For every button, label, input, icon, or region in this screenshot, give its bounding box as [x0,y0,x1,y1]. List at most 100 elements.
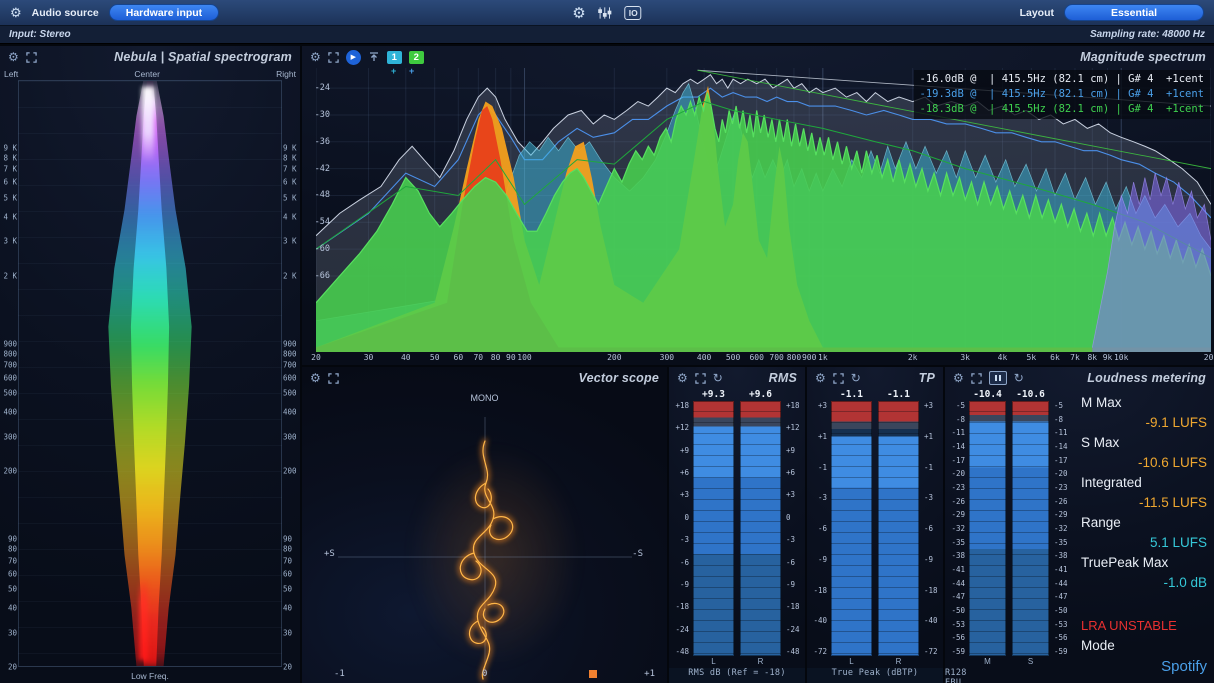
mode-label: Mode [1081,636,1207,656]
correlation-marker [589,670,597,678]
tp-left-channel: -1.1 L [828,389,875,668]
scope-body: MONO +S -S -1 0 +1 [302,389,667,683]
rms-level-meter-right [740,401,781,656]
essential-layout-button[interactable]: Essential [1064,4,1204,21]
curve-2-button[interactable]: 2 [409,51,424,64]
stat-label: TruePeak Max [1081,553,1207,573]
loudness-reset-icon[interactable]: ↻ [1014,372,1024,384]
loudness-peak-m: -10.4 [969,389,1006,401]
loudness-panel: ⚙ ↻ Loudness metering -5-8-11-14-17-20-2… [945,367,1214,683]
rms-level-meter-left [693,401,734,656]
tp-header: ⚙ ↻ TP [807,367,943,389]
play-pause-button[interactable]: ▶ [346,50,361,65]
tp-meter-zone: +3+1-1-3-6-9-18-40-72 -1.1 L -1.1 R +3+1… [807,367,943,683]
nebula-center-label: Center [134,69,160,79]
loudness-title: Loudness metering [1031,371,1206,385]
input-info: Input: Stereo [9,29,71,40]
mode-value[interactable]: Spotify [1081,656,1207,677]
stat-value: -1.0 dB [1081,573,1207,593]
stats-spacer [1081,593,1207,616]
scope-header: ⚙ Vector scope [302,367,667,389]
scope-tick-zero: 0 [482,669,487,679]
spectrum-settings-icon[interactable]: ⚙ [310,51,321,63]
stat-value: -11.5 LUFS [1081,493,1207,513]
nebula-right-label: Right [276,69,296,79]
tp-peak-right: -1.1 [878,389,919,401]
sliders-icon[interactable] [598,7,613,19]
db-axis: -24-30-36-42-48-54-60-66 [308,68,330,352]
spectrogram-red-streak [139,578,148,660]
cursor-readouts: -16.0dB @ | 415.5Hz (82.1 cm) | G# 4 +1c… [914,70,1210,119]
rms-fullscreen-icon[interactable] [695,373,706,384]
true-peak-panel: ⚙ ↻ TP +3+1-1-3-6-9-18-40-72 -1.1 L -1.1… [807,367,943,683]
rms-title: RMS [730,371,797,385]
stat-label: S Max [1081,433,1207,453]
nebula-left-label: Left [4,69,18,79]
loudness-pause-button[interactable] [989,371,1007,385]
add-curve-1-icon[interactable]: + [391,66,396,76]
rms-right-channel: +9.6 R [737,389,784,668]
loudness-s-channel: -10.6 S [1009,389,1052,668]
nebula-header: ⚙ Nebula | Spatial spectrogram [0,46,300,68]
infobar: Input: Stereo Sampling rate: 48000 Hz [0,26,1214,44]
frequency-axis: 2030405060708090100200300400500600700800… [316,353,1211,365]
stat-label: Integrated [1081,473,1207,493]
hardware-input-button[interactable]: Hardware input [109,4,219,21]
audio-source-label: Audio source [32,7,99,19]
nebula-panel: ⚙ Nebula | Spatial spectrogram Left Cent… [0,46,300,683]
tp-channel-label-right: R [878,656,919,668]
tp-channel-label-left: L [831,656,872,668]
curve-1-button[interactable]: 1 [387,51,402,64]
loudness-meter-zone: -5-8-11-14-17-20-23-26-29-32-35-38-41-44… [945,367,1073,683]
tp-fullscreen-icon[interactable] [833,373,844,384]
rms-settings-icon[interactable]: ⚙ [677,372,688,384]
magnitude-spectrum-panel: ⚙ ▶ 1 2 Magnitude spectrum + + -24-30-36… [302,46,1214,365]
nebula-settings-icon[interactable]: ⚙ [8,51,19,63]
scope-title: Vector scope [346,371,659,385]
audio-source-group: ⚙ Audio source Hardware input [10,4,219,21]
loudness-fullscreen-icon[interactable] [971,373,982,384]
scope-fullscreen-icon[interactable] [328,373,339,384]
rms-peak-right: +9.6 [740,389,781,401]
add-curve-2-icon[interactable]: + [409,66,414,76]
spectrum-body: -24-30-36-42-48-54-60-66 203040506070809… [302,68,1214,365]
tp-level-meter-left [831,401,872,656]
rms-caption: RMS dB (Ref = -18) [669,668,805,683]
nebula-freq-scale-left: 9 K8 K7 K6 K5 K4 K3 K2 K9008007006005004… [1,80,17,667]
tp-scale-right: +3+1-1-3-6-9-18-40-72 [922,389,941,668]
stat-label: M Max [1081,393,1207,413]
tp-meter-body: +3+1-1-3-6-9-18-40-72 -1.1 L -1.1 R +3+1… [809,389,941,668]
nebula-fullscreen-icon[interactable] [26,52,37,63]
loudness-settings-icon[interactable]: ⚙ [953,372,964,384]
layout-label: Layout [1020,7,1054,19]
rms-panel: ⚙ ↻ RMS +18+12+9+6+30-3-6-9-18-24-48 +9.… [669,367,805,683]
rms-meter-zone: +18+12+9+6+30-3-6-9-18-24-48 +9.3 L +9.6… [669,367,805,683]
rms-channel-label-left: L [693,656,734,668]
audio-source-settings-icon[interactable]: ⚙ [10,5,22,21]
spectrum-title: Magnitude spectrum [431,50,1206,64]
tp-peak-left: -1.1 [831,389,872,401]
rms-reset-icon[interactable]: ↻ [713,372,723,384]
tp-settings-icon[interactable]: ⚙ [815,372,826,384]
peak-hold-icon[interactable] [368,51,380,63]
loudness-level-meter-m [969,401,1006,656]
stat-value: -9.1 LUFS [1081,413,1207,433]
layout-group: Layout Essential [1020,4,1204,21]
spectrum-fullscreen-icon[interactable] [328,52,339,63]
loudness-channel-label-m: M [969,656,1006,668]
loudness-m-channel: -10.4 M [966,389,1009,668]
tp-right-channel: -1.1 R [875,389,922,668]
loudness-channel-label-s: S [1012,656,1049,668]
tp-scale-left: +3+1-1-3-6-9-18-40-72 [809,389,828,668]
tp-reset-icon[interactable]: ↻ [851,372,861,384]
tp-caption: True Peak (dBTP) [807,668,943,683]
stat-label: Range [1081,513,1207,533]
scope-settings-icon[interactable]: ⚙ [310,372,321,384]
rms-peak-left: +9.3 [693,389,734,401]
rms-scale-right: +18+12+9+6+30-3-6-9-18-24-48 [784,389,803,668]
nebula-lowfreq-label: Low Freq. [0,671,300,681]
loudness-header: ⚙ ↻ Loudness metering [945,367,1214,389]
settings-icon[interactable]: ⚙ [572,4,585,22]
io-routing-icon[interactable]: IO [625,6,642,20]
app-root: ⚙ Audio source Hardware input ⚙ IO Layou… [0,0,1214,683]
